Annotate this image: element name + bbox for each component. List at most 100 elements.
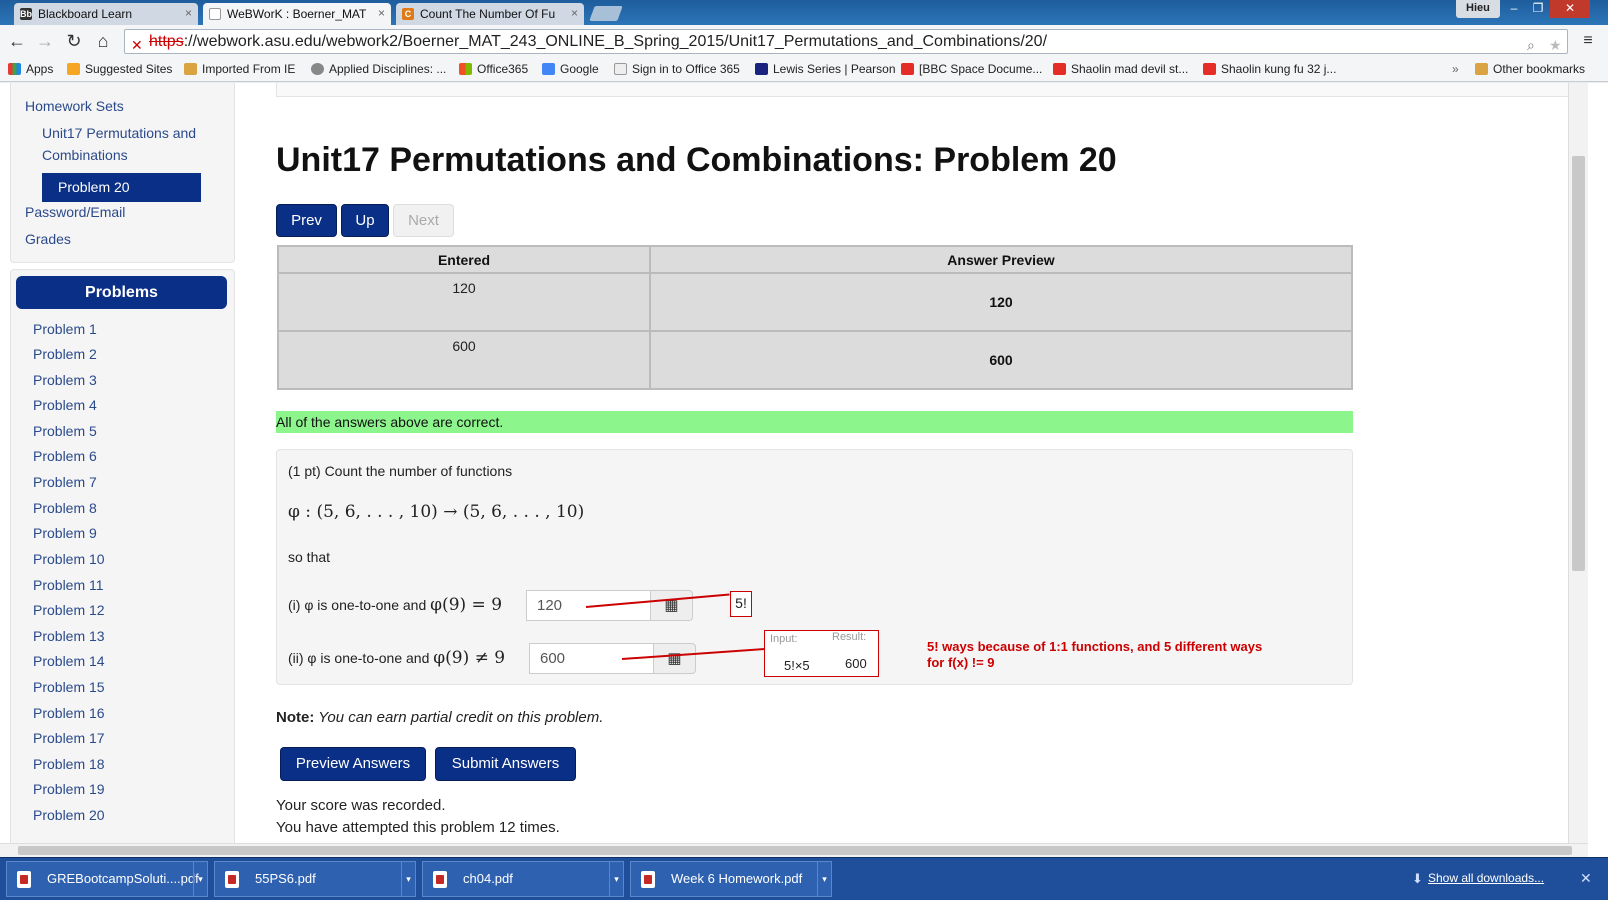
problem-link[interactable]: Problem 13 (33, 628, 105, 644)
result-value: 600 (845, 656, 867, 671)
submit-answers-button[interactable]: Submit Answers (435, 747, 576, 781)
chevron-down-icon[interactable]: ▾ (817, 862, 831, 896)
problem-link[interactable]: Problem 20 (33, 807, 105, 823)
insecure-lock-icon[interactable]: ✕ (131, 34, 143, 53)
chevron-down-icon[interactable]: ▾ (401, 862, 415, 896)
score-message: Your score was recorded. (276, 797, 446, 814)
download-item[interactable]: 55PS6.pdf ▾ (214, 861, 416, 897)
folder-icon (1475, 63, 1488, 75)
sidebar-password-email[interactable]: Password/Email (25, 204, 125, 220)
pearson-icon (755, 63, 768, 75)
scroll-thumb[interactable] (1572, 156, 1585, 571)
chevron-down-icon[interactable]: ▾ (193, 862, 207, 896)
address-bar[interactable]: ✕ https://webwork.asu.edu/webwork2/Boern… (124, 29, 1568, 54)
tab-blackboard[interactable]: Bb Blackboard Learn × (14, 3, 198, 25)
problem-link[interactable]: Problem 18 (33, 756, 105, 772)
page-icon (209, 8, 221, 20)
page-title: Unit17 Permutations and Combinations: Pr… (276, 141, 1117, 179)
equation-editor-icon[interactable]: ▦ (650, 590, 693, 621)
problem-link[interactable]: Problem 12 (33, 602, 105, 618)
problem-link[interactable]: Problem 7 (33, 474, 97, 490)
top-breadcrumb-remnant (276, 83, 1576, 97)
prev-button[interactable]: Prev (276, 204, 337, 237)
close-icon[interactable]: × (185, 6, 192, 20)
tab-webwork[interactable]: WeBWorK : Boerner_MAT × (203, 3, 391, 25)
sidebar-unit17-line1[interactable]: Unit17 Permutations and (42, 125, 196, 141)
problem-link[interactable]: Problem 1 (33, 321, 97, 337)
problem-link[interactable]: Problem 6 (33, 448, 97, 464)
bookmark-apps[interactable]: Apps (8, 62, 53, 76)
preview-answers-button[interactable]: Preview Answers (280, 747, 426, 781)
bookmark-other[interactable]: Other bookmarks (1475, 62, 1585, 76)
search-zoom-icon[interactable]: ⌕ (1527, 34, 1535, 53)
bookmark-suggested-sites[interactable]: Suggested Sites (67, 62, 172, 76)
bookmark-google[interactable]: Google (542, 62, 599, 76)
table-row: 120 120 (277, 272, 1353, 332)
tab-title: WeBWorK : Boerner_MAT (227, 7, 367, 21)
sidebar-homework-sets[interactable]: Homework Sets (25, 98, 124, 114)
problem-link[interactable]: Problem 3 (33, 372, 97, 388)
function-formula: φ : (5, 6, . . . , 10) → (5, 6, . . . , … (288, 502, 585, 522)
problem-link[interactable]: Problem 9 (33, 525, 97, 541)
bookmark-office365[interactable]: Office365 (459, 62, 528, 76)
back-arrow-icon[interactable]: ← (5, 29, 29, 53)
sidebar-grades[interactable]: Grades (25, 231, 71, 247)
download-item[interactable]: Week 6 Homework.pdf ▾ (630, 861, 832, 897)
equation-editor-icon[interactable]: ▦ (653, 643, 696, 674)
problem-link[interactable]: Problem 15 (33, 679, 105, 695)
bookmark-bbc-space[interactable]: [BBC Space Docume... (901, 62, 1042, 76)
bookmark-shaolin-devil[interactable]: Shaolin mad devil st... (1053, 62, 1188, 76)
problem-link[interactable]: Problem 5 (33, 423, 97, 439)
entered-cell: 120 (277, 272, 651, 332)
bookmark-lewis-pearson[interactable]: Lewis Series | Pearson (755, 62, 896, 76)
youtube-icon (1053, 63, 1066, 75)
downloads-bar: GREBootcampSoluti....pdf ▾ 55PS6.pdf ▾ ch0… (0, 857, 1608, 900)
new-tab-button[interactable] (589, 6, 623, 21)
vertical-scrollbar[interactable] (1568, 83, 1588, 843)
problem-link[interactable]: Problem 8 (33, 500, 97, 516)
bookmark-sign-in-office[interactable]: Sign in to Office 365 (614, 62, 740, 76)
up-button[interactable]: Up (341, 204, 389, 237)
minimize-icon[interactable]: – (1502, 0, 1526, 18)
scroll-thumb[interactable] (18, 846, 1572, 855)
bookmark-shaolin-kungfu[interactable]: Shaolin kung fu 32 j... (1203, 62, 1336, 76)
sidebar-item-problem-20[interactable]: Problem 20 (42, 173, 201, 202)
reload-icon[interactable]: ↻ (62, 29, 86, 53)
home-icon[interactable]: ⌂ (91, 29, 115, 53)
forward-arrow-icon[interactable]: → (33, 29, 57, 53)
chevron-down-icon[interactable]: ▾ (609, 862, 623, 896)
close-icon[interactable]: × (571, 6, 578, 20)
tab-count-functions[interactable]: C Count The Number Of Fu × (396, 3, 584, 25)
bookmark-imported-ie[interactable]: Imported From IE (184, 62, 295, 76)
results-table: Entered Answer Preview 120 120 600 600 (277, 245, 1353, 390)
problem-link[interactable]: Problem 2 (33, 346, 97, 362)
download-item[interactable]: ch04.pdf ▾ (422, 861, 624, 897)
problem-link[interactable]: Problem 16 (33, 705, 105, 721)
menu-icon[interactable]: ≡ (1576, 29, 1600, 53)
download-item[interactable]: GREBootcampSoluti....pdf ▾ (6, 861, 208, 897)
problem-link[interactable]: Problem 10 (33, 551, 105, 567)
bookmarks-bar: Apps Suggested Sites Imported From IE Ap… (0, 58, 1608, 82)
sidebar-unit17-line2[interactable]: Combinations (42, 147, 128, 163)
show-all-downloads-link[interactable]: Show all downloads... (1428, 871, 1544, 885)
calculator-annotation: Input: Result: 5!×5 600 (764, 630, 879, 677)
problem-link[interactable]: Problem 14 (33, 653, 105, 669)
factorial-annotation: 5! (730, 591, 752, 617)
bookmark-star-icon[interactable]: ★ (1549, 34, 1562, 53)
bookmarks-overflow-chevron[interactable]: » (1452, 62, 1459, 76)
close-icon[interactable]: ✕ (1580, 870, 1592, 887)
restore-icon[interactable]: ❐ (1526, 0, 1550, 18)
problem-link[interactable]: Problem 19 (33, 781, 105, 797)
close-window-icon[interactable]: ✕ (1550, 0, 1590, 18)
close-icon[interactable]: × (378, 6, 385, 20)
problem-link[interactable]: Problem 4 (33, 397, 97, 413)
table-row: 600 600 (277, 330, 1353, 390)
bookmark-applied-disciplines[interactable]: Applied Disciplines: ... (311, 62, 446, 76)
problem-link[interactable]: Problem 11 (33, 577, 104, 593)
handwritten-annotation: 5! ways because of 1:1 functions, and 5 … (927, 639, 1263, 670)
user-badge[interactable]: Hieu (1456, 0, 1500, 18)
problem-link[interactable]: Problem 17 (33, 730, 105, 746)
webpage: Homework Sets Unit17 Permutations and Co… (0, 83, 1588, 843)
horizontal-scrollbar[interactable] (0, 843, 1588, 857)
next-button[interactable]: Next (393, 204, 454, 237)
